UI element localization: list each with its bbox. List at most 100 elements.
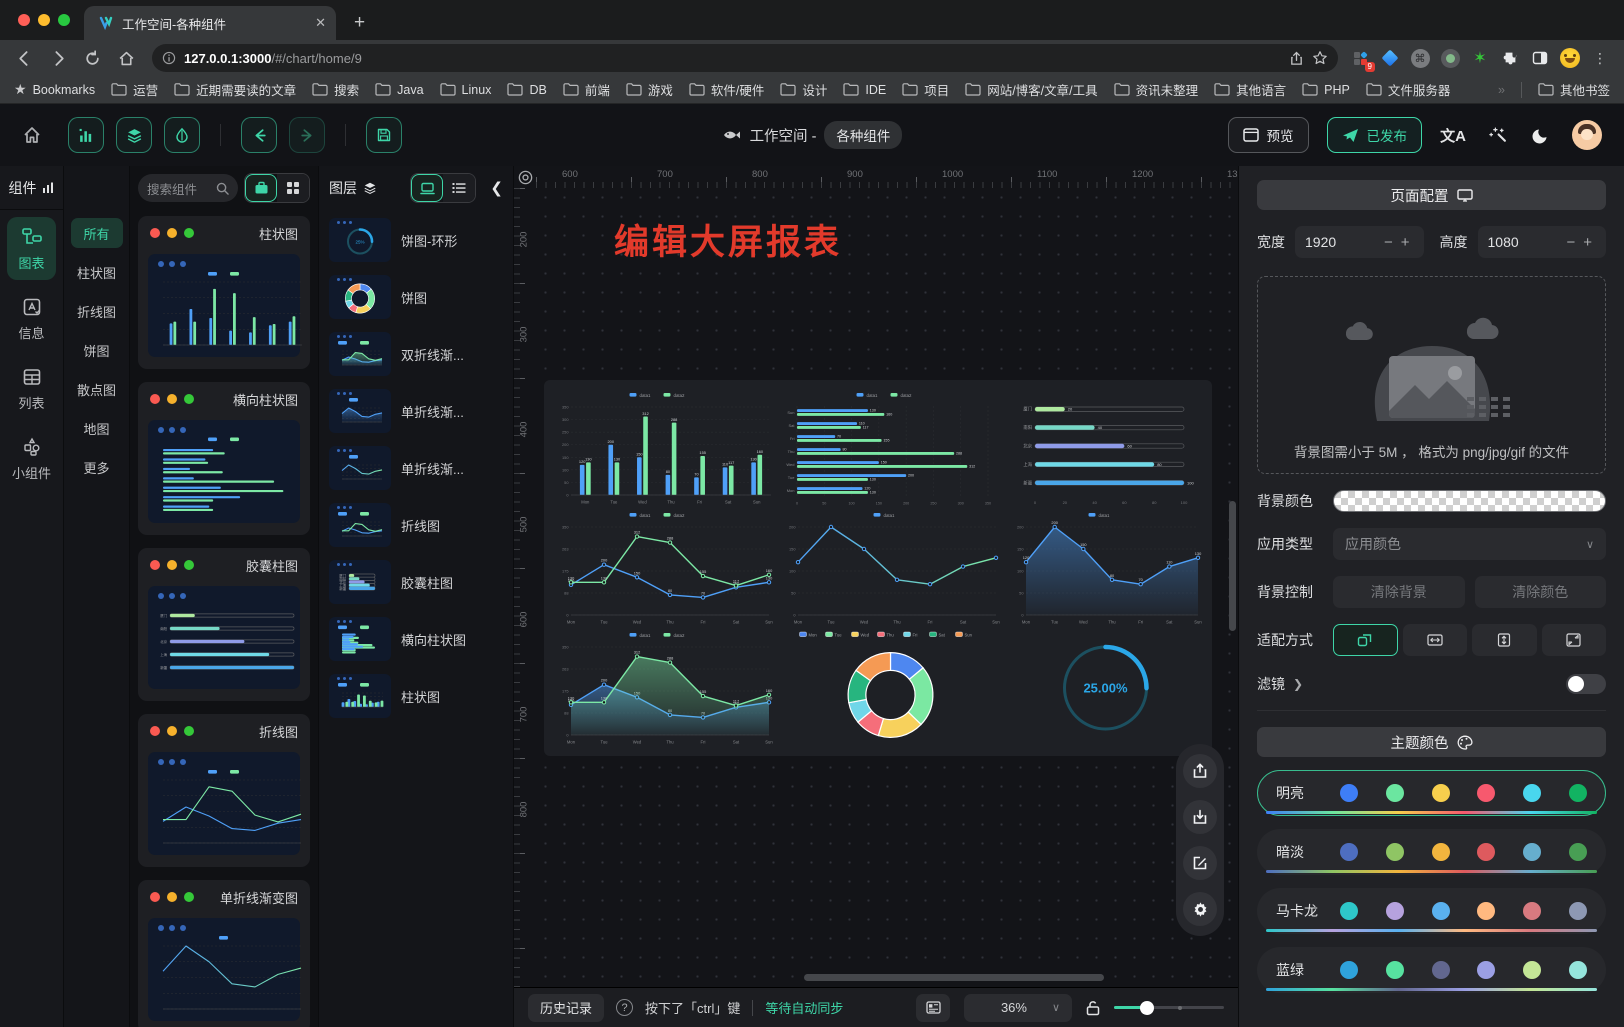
rail-item-1[interactable]: 信息 [7,287,56,350]
import-button[interactable] [1183,800,1217,834]
rail-item-3[interactable]: 小组件 [7,427,56,490]
sidebar-toggle-icon[interactable] [1530,48,1550,68]
category-2[interactable]: 折线图 [71,296,123,326]
url-bar[interactable]: 127.0.0.1:3000/#/chart/home/9 [152,44,1338,72]
theme-row-0[interactable]: 明亮 [1257,770,1606,816]
bookmark-folder[interactable]: Linux [440,83,492,97]
preview-button[interactable]: 预览 [1228,117,1309,153]
app-type-select[interactable]: 应用颜色∨ [1333,528,1606,560]
bookmark-folder[interactable]: IDE [843,83,886,97]
layer-item-4[interactable]: 单折线渐... [329,446,503,490]
page-config-header[interactable]: 页面配置 [1257,180,1606,210]
vertical-scrollbar[interactable] [1229,501,1236,631]
back-icon[interactable] [10,44,38,72]
bookmark-folder[interactable]: 近期需要读的文章 [174,80,296,99]
bookmark-folder[interactable]: 设计 [780,80,827,99]
slider-knob[interactable] [1140,1001,1154,1015]
theme-row-2[interactable]: 马卡龙 [1257,888,1606,934]
home-icon[interactable] [112,44,140,72]
extension-command-icon[interactable]: ⌘ [1410,48,1430,68]
bookmark-folder[interactable]: 软件/硬件 [689,80,764,99]
bookmark-folder[interactable]: 其他语言 [1214,80,1286,99]
site-info-icon[interactable] [162,51,176,65]
bookmark-folder[interactable]: 运营 [111,80,158,99]
eye-icon[interactable] [517,169,534,186]
theme-color-header[interactable]: 主题颜色 [1257,727,1606,757]
layer-item-8[interactable]: 柱状图 [329,674,503,718]
thumbnail-view-button[interactable] [411,174,443,202]
width-stepper[interactable]: 1920−+ [1295,226,1424,258]
canvas-chart-pie-donut[interactable]: MonTueWedThuFriSatSun [777,628,1004,748]
clear-color-button[interactable]: 清除颜色 [1475,576,1607,608]
magic-wand-icon[interactable] [1484,126,1510,145]
help-icon[interactable]: ? [616,999,633,1016]
layers-mode-button[interactable] [116,117,152,153]
category-0[interactable]: 所有 [71,218,123,248]
history-button[interactable]: 历史记录 [528,994,604,1022]
bg-color-swatch[interactable] [1333,490,1606,512]
save-button[interactable] [366,117,402,153]
user-avatar[interactable] [1572,120,1602,150]
minimize-window-button[interactable] [38,14,50,26]
canvas-chart-bar-chart[interactable]: 3503002502001501005001202001508070110130… [550,388,777,508]
extension-star-icon[interactable]: ✶ [1470,48,1490,68]
bookmark-folder[interactable]: 前端 [563,80,610,99]
tab-close-icon[interactable]: ✕ [315,15,326,31]
canvas-chart-line-chart[interactable]: 3502631758801202001508070110130130130312… [550,508,777,628]
maximize-window-button[interactable] [58,14,70,26]
category-3[interactable]: 饼图 [71,335,123,365]
bookmark-folder[interactable]: 搜索 [312,80,359,99]
grid-view-button[interactable] [277,174,309,202]
canvas-chart-single-line-gradient-area[interactable]: 2001501005001202001508070110130MonTueWed… [1005,508,1206,628]
layer-item-6[interactable]: 厦门南阳北京上海新疆 胶囊柱图 [329,560,503,604]
rail-item-0[interactable]: 图表 [7,217,56,280]
layer-item-2[interactable]: 双折线渐... [329,332,503,376]
filter-drop-button[interactable] [164,117,200,153]
plus-icon[interactable]: + [1397,234,1414,251]
settings-gear-icon[interactable] [1183,892,1217,926]
rail-item-2[interactable]: 列表 [7,357,56,420]
layer-item-1[interactable]: 饼图 [329,275,503,319]
theme-row-3[interactable]: 蓝绿 [1257,947,1606,993]
category-4[interactable]: 散点图 [71,374,123,404]
reload-icon[interactable] [78,44,106,72]
lock-icon[interactable] [1086,1000,1100,1016]
height-stepper[interactable]: 1080−+ [1478,226,1607,258]
redo-button[interactable] [289,117,325,153]
theme-row-1[interactable]: 暗淡 [1257,829,1606,875]
canvas-chart-horizontal-bar-chart[interactable]: 050100150200250300350Sun130160Sat110117F… [777,388,1004,508]
horizontal-scrollbar[interactable] [804,974,1104,981]
extension-diamond-icon[interactable] [1380,48,1400,68]
canvas-chart-double-line-gradient-area[interactable]: 3502631758801202001508070110130130130312… [550,628,777,748]
bookmark-folder[interactable]: PHP [1302,83,1350,97]
bookmark-folder[interactable]: 游戏 [626,80,673,99]
chevron-right-icon[interactable]: ❯ [1293,677,1303,691]
filter-toggle[interactable] [1566,674,1606,694]
fit-height-button[interactable] [1472,624,1537,656]
close-window-button[interactable] [18,14,30,26]
bookmarks-root[interactable]: ★Bookmarks [14,81,95,98]
bookmark-folder[interactable]: 网站/博客/文章/工具 [965,80,1097,99]
extension-grid-icon[interactable]: 9 [1350,48,1370,68]
category-6[interactable]: 更多 [71,452,123,482]
layer-item-7[interactable]: 横向柱状图 [329,617,503,661]
canvas-chart-capsule-chart[interactable]: 厦门20南阳40北京60上海80新疆100020406080100 [1005,388,1206,508]
bookmark-folder[interactable]: 项目 [902,80,949,99]
other-bookmarks-folder[interactable]: 其他书签 [1538,80,1610,99]
dashboard-panel[interactable]: 3503002502001501005001202001508070110130… [544,380,1212,756]
browser-menu-icon[interactable]: ⋮ [1590,48,1610,68]
minus-icon[interactable]: − [1380,234,1397,251]
toolbox-view-button[interactable] [245,174,277,202]
editor-canvas[interactable]: 6007008009001000110012001300 20030040050… [514,166,1238,1027]
canvas-heading-text[interactable]: 编辑大屏报表 [614,214,842,265]
bookmark-folder[interactable]: DB [507,83,546,97]
list-view-button[interactable] [443,174,475,202]
chart-mode-button[interactable] [68,117,104,153]
fit-stretch-button[interactable] [1542,624,1607,656]
canvas-chart-single-line-gradient[interactable]: 200150100500MonTueWedThuFriSatSundata1 [777,508,1004,628]
new-tab-button[interactable]: + [354,12,365,40]
detail-panel-button[interactable] [916,994,950,1022]
app-home-icon[interactable] [22,125,42,145]
layer-item-3[interactable]: 单折线渐... [329,389,503,433]
collapse-panel-chevron[interactable]: ❮ [490,179,503,197]
